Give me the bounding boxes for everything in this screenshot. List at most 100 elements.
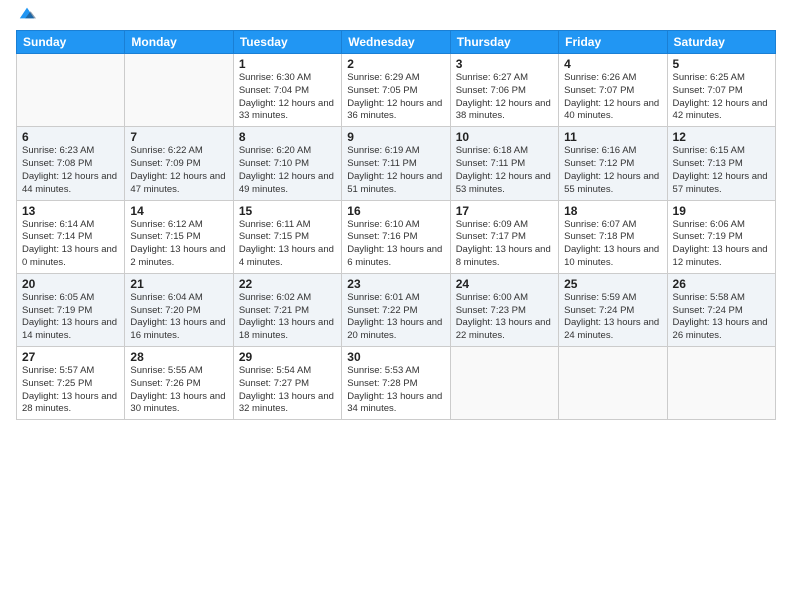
- day-cell: 28Sunrise: 5:55 AMSunset: 7:26 PMDayligh…: [125, 347, 233, 420]
- day-number: 19: [673, 204, 770, 218]
- day-cell: 3Sunrise: 6:27 AMSunset: 7:06 PMDaylight…: [450, 54, 558, 127]
- day-number: 12: [673, 130, 770, 144]
- day-info: Sunrise: 5:55 AMSunset: 7:26 PMDaylight:…: [130, 365, 227, 416]
- day-number: 23: [347, 277, 444, 291]
- day-info: Sunrise: 5:54 AMSunset: 7:27 PMDaylight:…: [239, 365, 336, 416]
- day-number: 21: [130, 277, 227, 291]
- day-cell: 13Sunrise: 6:14 AMSunset: 7:14 PMDayligh…: [17, 200, 125, 273]
- day-info: Sunrise: 6:20 AMSunset: 7:10 PMDaylight:…: [239, 145, 336, 196]
- day-number: 24: [456, 277, 553, 291]
- day-info: Sunrise: 6:10 AMSunset: 7:16 PMDaylight:…: [347, 219, 444, 270]
- day-info: Sunrise: 6:16 AMSunset: 7:12 PMDaylight:…: [564, 145, 661, 196]
- day-cell: 15Sunrise: 6:11 AMSunset: 7:15 PMDayligh…: [233, 200, 341, 273]
- weekday-wednesday: Wednesday: [342, 31, 450, 54]
- day-number: 17: [456, 204, 553, 218]
- day-cell: 29Sunrise: 5:54 AMSunset: 7:27 PMDayligh…: [233, 347, 341, 420]
- day-cell: 7Sunrise: 6:22 AMSunset: 7:09 PMDaylight…: [125, 127, 233, 200]
- header: [16, 12, 776, 22]
- day-info: Sunrise: 6:15 AMSunset: 7:13 PMDaylight:…: [673, 145, 770, 196]
- day-info: Sunrise: 6:04 AMSunset: 7:20 PMDaylight:…: [130, 292, 227, 343]
- day-info: Sunrise: 6:30 AMSunset: 7:04 PMDaylight:…: [239, 72, 336, 123]
- logo-icon: [18, 4, 36, 22]
- day-info: Sunrise: 6:22 AMSunset: 7:09 PMDaylight:…: [130, 145, 227, 196]
- day-number: 5: [673, 57, 770, 71]
- day-number: 26: [673, 277, 770, 291]
- weekday-header-row: SundayMondayTuesdayWednesdayThursdayFrid…: [17, 31, 776, 54]
- day-info: Sunrise: 5:57 AMSunset: 7:25 PMDaylight:…: [22, 365, 119, 416]
- day-number: 14: [130, 204, 227, 218]
- weekday-friday: Friday: [559, 31, 667, 54]
- day-info: Sunrise: 6:29 AMSunset: 7:05 PMDaylight:…: [347, 72, 444, 123]
- day-cell: [17, 54, 125, 127]
- weekday-sunday: Sunday: [17, 31, 125, 54]
- day-cell: 26Sunrise: 5:58 AMSunset: 7:24 PMDayligh…: [667, 273, 775, 346]
- day-info: Sunrise: 6:11 AMSunset: 7:15 PMDaylight:…: [239, 219, 336, 270]
- day-info: Sunrise: 6:25 AMSunset: 7:07 PMDaylight:…: [673, 72, 770, 123]
- day-number: 15: [239, 204, 336, 218]
- day-info: Sunrise: 6:23 AMSunset: 7:08 PMDaylight:…: [22, 145, 119, 196]
- day-info: Sunrise: 6:12 AMSunset: 7:15 PMDaylight:…: [130, 219, 227, 270]
- day-cell: 30Sunrise: 5:53 AMSunset: 7:28 PMDayligh…: [342, 347, 450, 420]
- day-number: 22: [239, 277, 336, 291]
- day-number: 10: [456, 130, 553, 144]
- day-number: 11: [564, 130, 661, 144]
- week-row-5: 27Sunrise: 5:57 AMSunset: 7:25 PMDayligh…: [17, 347, 776, 420]
- week-row-4: 20Sunrise: 6:05 AMSunset: 7:19 PMDayligh…: [17, 273, 776, 346]
- day-number: 6: [22, 130, 119, 144]
- day-cell: 11Sunrise: 6:16 AMSunset: 7:12 PMDayligh…: [559, 127, 667, 200]
- day-cell: [450, 347, 558, 420]
- day-cell: 6Sunrise: 6:23 AMSunset: 7:08 PMDaylight…: [17, 127, 125, 200]
- day-cell: 17Sunrise: 6:09 AMSunset: 7:17 PMDayligh…: [450, 200, 558, 273]
- day-cell: 19Sunrise: 6:06 AMSunset: 7:19 PMDayligh…: [667, 200, 775, 273]
- day-cell: 9Sunrise: 6:19 AMSunset: 7:11 PMDaylight…: [342, 127, 450, 200]
- day-cell: 22Sunrise: 6:02 AMSunset: 7:21 PMDayligh…: [233, 273, 341, 346]
- page: SundayMondayTuesdayWednesdayThursdayFrid…: [0, 0, 792, 612]
- day-number: 4: [564, 57, 661, 71]
- day-number: 25: [564, 277, 661, 291]
- day-number: 9: [347, 130, 444, 144]
- day-info: Sunrise: 6:07 AMSunset: 7:18 PMDaylight:…: [564, 219, 661, 270]
- weekday-monday: Monday: [125, 31, 233, 54]
- day-info: Sunrise: 6:00 AMSunset: 7:23 PMDaylight:…: [456, 292, 553, 343]
- day-number: 20: [22, 277, 119, 291]
- day-cell: 25Sunrise: 5:59 AMSunset: 7:24 PMDayligh…: [559, 273, 667, 346]
- day-info: Sunrise: 6:18 AMSunset: 7:11 PMDaylight:…: [456, 145, 553, 196]
- day-number: 2: [347, 57, 444, 71]
- day-number: 16: [347, 204, 444, 218]
- logo: [16, 12, 36, 22]
- day-info: Sunrise: 6:02 AMSunset: 7:21 PMDaylight:…: [239, 292, 336, 343]
- day-number: 30: [347, 350, 444, 364]
- day-info: Sunrise: 5:53 AMSunset: 7:28 PMDaylight:…: [347, 365, 444, 416]
- day-cell: 14Sunrise: 6:12 AMSunset: 7:15 PMDayligh…: [125, 200, 233, 273]
- day-info: Sunrise: 6:01 AMSunset: 7:22 PMDaylight:…: [347, 292, 444, 343]
- day-cell: 27Sunrise: 5:57 AMSunset: 7:25 PMDayligh…: [17, 347, 125, 420]
- week-row-2: 6Sunrise: 6:23 AMSunset: 7:08 PMDaylight…: [17, 127, 776, 200]
- day-number: 28: [130, 350, 227, 364]
- day-cell: 5Sunrise: 6:25 AMSunset: 7:07 PMDaylight…: [667, 54, 775, 127]
- day-info: Sunrise: 6:26 AMSunset: 7:07 PMDaylight:…: [564, 72, 661, 123]
- weekday-thursday: Thursday: [450, 31, 558, 54]
- day-cell: 24Sunrise: 6:00 AMSunset: 7:23 PMDayligh…: [450, 273, 558, 346]
- weekday-saturday: Saturday: [667, 31, 775, 54]
- day-number: 27: [22, 350, 119, 364]
- day-number: 8: [239, 130, 336, 144]
- day-number: 13: [22, 204, 119, 218]
- week-row-3: 13Sunrise: 6:14 AMSunset: 7:14 PMDayligh…: [17, 200, 776, 273]
- day-cell: 4Sunrise: 6:26 AMSunset: 7:07 PMDaylight…: [559, 54, 667, 127]
- day-info: Sunrise: 6:09 AMSunset: 7:17 PMDaylight:…: [456, 219, 553, 270]
- day-cell: 18Sunrise: 6:07 AMSunset: 7:18 PMDayligh…: [559, 200, 667, 273]
- day-info: Sunrise: 6:06 AMSunset: 7:19 PMDaylight:…: [673, 219, 770, 270]
- day-cell: [559, 347, 667, 420]
- day-cell: [667, 347, 775, 420]
- day-cell: 8Sunrise: 6:20 AMSunset: 7:10 PMDaylight…: [233, 127, 341, 200]
- day-cell: 23Sunrise: 6:01 AMSunset: 7:22 PMDayligh…: [342, 273, 450, 346]
- day-info: Sunrise: 5:59 AMSunset: 7:24 PMDaylight:…: [564, 292, 661, 343]
- day-cell: 1Sunrise: 6:30 AMSunset: 7:04 PMDaylight…: [233, 54, 341, 127]
- week-row-1: 1Sunrise: 6:30 AMSunset: 7:04 PMDaylight…: [17, 54, 776, 127]
- day-cell: 16Sunrise: 6:10 AMSunset: 7:16 PMDayligh…: [342, 200, 450, 273]
- day-cell: 12Sunrise: 6:15 AMSunset: 7:13 PMDayligh…: [667, 127, 775, 200]
- day-info: Sunrise: 5:58 AMSunset: 7:24 PMDaylight:…: [673, 292, 770, 343]
- day-cell: 10Sunrise: 6:18 AMSunset: 7:11 PMDayligh…: [450, 127, 558, 200]
- day-info: Sunrise: 6:27 AMSunset: 7:06 PMDaylight:…: [456, 72, 553, 123]
- day-cell: [125, 54, 233, 127]
